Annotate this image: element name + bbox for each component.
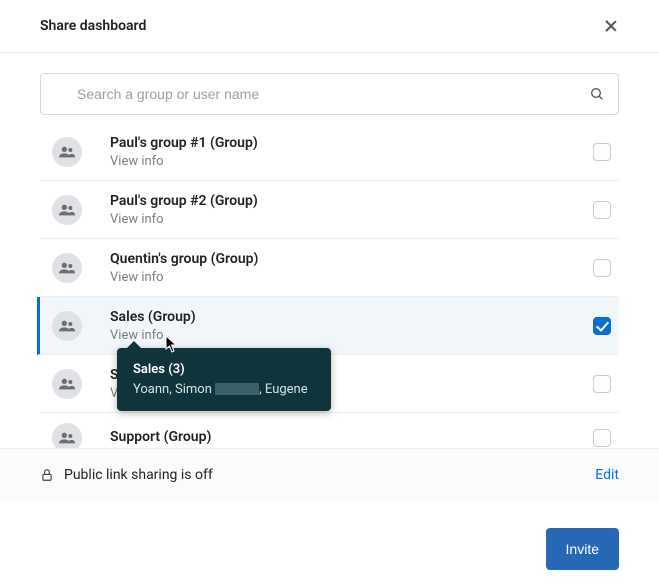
tooltip-members: Yoann, Simon , Eugene: [133, 380, 315, 400]
action-bar: Invite: [546, 528, 619, 570]
list-item-body: Paul's group #1 (Group) View info: [82, 134, 593, 169]
lock-icon: [40, 468, 54, 482]
list-item-body: Sales (Group) View info: [82, 308, 593, 343]
list-item-body: Support (Group): [82, 428, 593, 448]
checkbox[interactable]: [593, 259, 611, 277]
list-item-title: Paul's group #2 (Group): [110, 192, 593, 212]
list-item-title: Quentin's group (Group): [110, 250, 593, 270]
group-icon: [52, 137, 82, 167]
tooltip-text: Yoann, Simon: [133, 382, 215, 397]
dialog-header: Share dashboard: [0, 0, 659, 53]
list-item[interactable]: Paul's group #2 (Group) View info: [40, 181, 619, 239]
view-info-link[interactable]: View info: [110, 328, 593, 343]
list-item-title: Sales (Group): [110, 308, 593, 328]
list-item[interactable]: Paul's group #1 (Group) View info: [40, 123, 619, 181]
view-info-link[interactable]: View info: [110, 270, 593, 285]
group-icon: [52, 369, 82, 399]
checkbox[interactable]: [593, 143, 611, 161]
search-wrap: [40, 73, 619, 115]
list-item[interactable]: Sales (Group) View info: [37, 297, 619, 355]
checkbox[interactable]: [593, 317, 611, 335]
view-info-link[interactable]: View info: [110, 154, 593, 169]
checkbox[interactable]: [593, 375, 611, 393]
checkbox[interactable]: [593, 201, 611, 219]
public-link-bar: Public link sharing is off Edit: [0, 448, 659, 501]
close-icon[interactable]: [603, 18, 619, 34]
view-info-link[interactable]: View info: [110, 212, 593, 227]
edit-link[interactable]: Edit: [595, 467, 619, 483]
search-icon: [589, 86, 605, 102]
checkbox[interactable]: [593, 429, 611, 447]
dialog-title: Share dashboard: [40, 18, 146, 34]
list-item[interactable]: Support (Group): [40, 413, 619, 453]
list-item[interactable]: Quentin's group (Group) View info: [40, 239, 619, 297]
list-item-title: Paul's group #1 (Group): [110, 134, 593, 154]
list-item-body: Quentin's group (Group) View info: [82, 250, 593, 285]
public-link-status: Public link sharing is off: [40, 467, 213, 483]
redacted-text: [215, 383, 259, 395]
public-link-text: Public link sharing is off: [64, 467, 213, 483]
mouse-cursor-icon: [165, 335, 179, 353]
tooltip-title: Sales (3): [133, 360, 315, 380]
group-icon: [52, 311, 82, 341]
group-icon: [52, 253, 82, 283]
list-item-body: Paul's group #2 (Group) View info: [82, 192, 593, 227]
search-input[interactable]: [40, 73, 619, 115]
group-icon: [52, 195, 82, 225]
invite-button[interactable]: Invite: [546, 528, 619, 570]
tooltip-text: , Eugene: [259, 382, 308, 397]
info-tooltip: Sales (3) Yoann, Simon , Eugene: [117, 348, 331, 411]
list-item-title: Support (Group): [110, 428, 593, 448]
